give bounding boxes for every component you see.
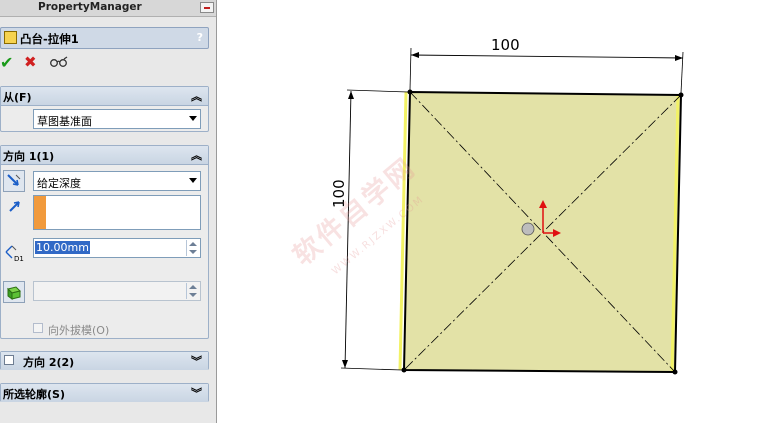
draft-outward-label: 向外拔模(O): [48, 324, 110, 337]
from-condition-value: 草图基准面: [37, 115, 92, 128]
draft-toggle-icon[interactable]: [3, 281, 25, 303]
end-condition-select[interactable]: 给定深度: [33, 171, 201, 191]
detailed-preview-glasses-icon[interactable]: [50, 56, 68, 68]
property-manager-panel: PropertyManager 凸台-拉伸1 ? ✔ ✖ 从(F) ︽ 草图基准…: [0, 0, 217, 423]
pin-icon[interactable]: [200, 2, 214, 13]
direction2-title: 方向 2(2): [23, 356, 75, 369]
selected-contours-title: 所选轮廓(S): [3, 388, 65, 401]
collapse-chevron-icon[interactable]: ︽: [191, 147, 202, 163]
dropdown-arrow-icon: [189, 178, 197, 183]
sketch-point[interactable]: [678, 92, 684, 98]
direction2-checkbox[interactable]: [4, 355, 14, 365]
selected-contours-header[interactable]: 所选轮廓(S) ︾: [1, 384, 208, 402]
direction1-section: 方向 1(1) ︽ 给定深度 D1 10.00mm 向外拔模(O): [0, 145, 209, 339]
draft-angle-input[interactable]: [33, 281, 201, 301]
from-condition-select[interactable]: 草图基准面: [33, 109, 201, 129]
panel-title: PropertyManager: [38, 1, 142, 13]
depth-label: D1: [14, 255, 24, 262]
direction-vector-icon: [9, 201, 20, 212]
sketch-point[interactable]: [672, 369, 678, 375]
end-condition-value: 给定深度: [37, 177, 81, 190]
extrude-feature-icon: [4, 31, 17, 44]
draft-outward-checkbox[interactable]: [33, 323, 43, 333]
origin-icon: [521, 222, 535, 236]
from-section: 从(F) ︽ 草图基准面: [0, 86, 209, 132]
direction1-section-header[interactable]: 方向 1(1) ︽: [1, 146, 208, 165]
draft-angle-spinner[interactable]: [186, 283, 199, 299]
dimension-top-value[interactable]: 100: [491, 36, 520, 54]
feature-name: 凸台-拉伸1: [20, 32, 79, 46]
direction-selection-box[interactable]: [33, 195, 201, 230]
action-buttons: ✔ ✖: [0, 53, 100, 75]
dimension-top[interactable]: 100: [409, 36, 684, 94]
cancel-x-icon[interactable]: ✖: [24, 53, 37, 71]
reverse-direction-icon[interactable]: [3, 170, 25, 192]
sketch-point[interactable]: [407, 89, 413, 95]
feature-header: 凸台-拉伸1 ?: [0, 27, 209, 49]
dimension-left[interactable]: 100: [330, 89, 409, 371]
direction2-section: 方向 2(2) ︾: [0, 351, 209, 370]
dropdown-arrow-icon: [189, 116, 197, 121]
ok-check-icon[interactable]: ✔: [0, 53, 13, 72]
depth-value: 10.00mm: [35, 241, 90, 254]
direction1-title: 方向 1(1): [3, 150, 55, 163]
from-section-title: 从(F): [3, 91, 32, 104]
panel-titlebar: PropertyManager: [0, 0, 216, 17]
depth-input[interactable]: 10.00mm: [33, 238, 201, 258]
dimension-left-value[interactable]: 100: [330, 179, 348, 208]
direction2-section-header[interactable]: 方向 2(2) ︾: [1, 352, 208, 370]
help-button[interactable]: ?: [197, 31, 203, 44]
selected-contours-section: 所选轮廓(S) ︾: [0, 383, 209, 402]
selection-color-swatch: [34, 196, 46, 229]
collapse-chevron-icon[interactable]: ︽: [191, 88, 202, 104]
from-section-header[interactable]: 从(F) ︽: [1, 87, 208, 106]
graphics-viewport[interactable]: 100 100: [217, 0, 757, 423]
depth-spinner[interactable]: [186, 240, 199, 256]
depth-dimension-icon: D1: [5, 245, 24, 262]
expand-chevron-icon[interactable]: ︾: [191, 353, 202, 369]
sketch-point[interactable]: [401, 367, 407, 373]
expand-chevron-icon[interactable]: ︾: [191, 385, 202, 401]
